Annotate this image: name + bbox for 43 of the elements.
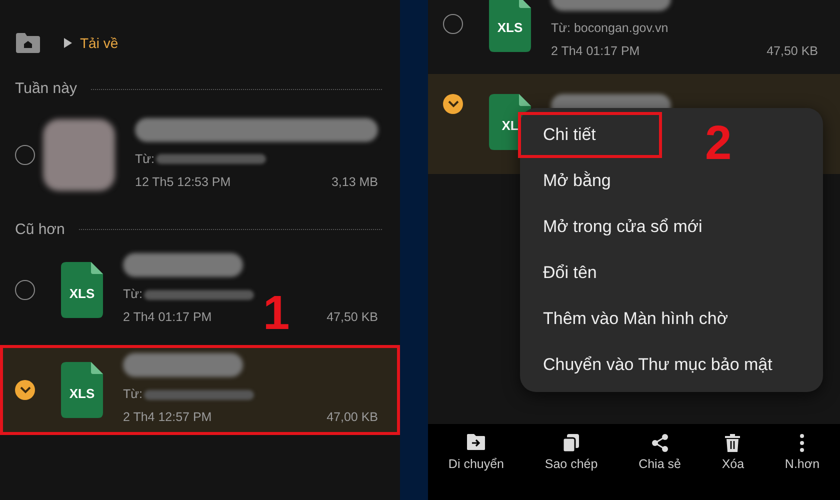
radio-button[interactable] <box>443 14 463 34</box>
step-number: 1 <box>263 290 290 338</box>
file-icon: XLS <box>489 0 531 52</box>
trash-icon <box>725 434 740 452</box>
file-date: 2 Th4 12:57 PM <box>123 409 212 426</box>
sender-label: Từ: <box>123 286 142 304</box>
file-date: 12 Th5 12:53 PM <box>135 174 231 190</box>
toolbar-button[interactable]: Sao chép <box>540 434 602 484</box>
radio-button[interactable] <box>15 144 35 164</box>
file-size: 47,50 KB <box>766 43 818 60</box>
checked-radio[interactable] <box>443 94 463 114</box>
sender-label: Từ: <box>123 386 142 404</box>
home-folder-icon[interactable] <box>16 33 40 53</box>
file-size: 3,13 MB <box>331 174 378 190</box>
move-folder-icon <box>467 434 486 452</box>
more-icon <box>800 434 804 452</box>
file-date: 2 Th4 01:17 PM <box>551 43 640 60</box>
file-size: 47,50 KB <box>326 309 378 326</box>
breadcrumb-arrow-icon <box>64 38 72 48</box>
file-size: 47,00 KB <box>326 409 378 426</box>
photo-placeholder <box>43 118 115 190</box>
toolbar-button[interactable]: Di chuyển <box>444 434 508 484</box>
file-icon: XLS <box>61 362 103 418</box>
menu-item[interactable]: Thêm vào Màn hình chờ <box>520 296 823 342</box>
breadcrumb-folder[interactable]: Tải về <box>80 32 118 54</box>
toolbar-button[interactable]: N.hơn <box>780 434 824 484</box>
checkmark-icon <box>448 100 458 108</box>
section-title: Cũ hơn <box>15 220 65 240</box>
menu-item[interactable]: Mở trong cửa sổ mới <box>520 204 823 250</box>
checked-radio[interactable] <box>15 380 35 400</box>
radio-button[interactable] <box>15 280 35 300</box>
file-date: 2 Th4 01:17 PM <box>123 309 212 326</box>
menu-item[interactable]: Chuyển vào Thư mục bảo mật <box>520 342 823 388</box>
sender-label: Từ: <box>135 150 154 168</box>
toolbar-button[interactable]: Xóa <box>718 434 748 484</box>
menu-item[interactable]: Đổi tên <box>520 250 823 296</box>
share-icon <box>652 434 668 452</box>
section-title: Tuần này <box>15 79 77 99</box>
copy-icon <box>563 434 580 452</box>
toolbar-button[interactable]: Chia sẻ <box>634 434 685 484</box>
file-icon: XLS <box>61 262 103 318</box>
sender-label: Từ: bocongan.gov.vn <box>551 20 668 38</box>
checkmark-icon <box>20 386 30 394</box>
